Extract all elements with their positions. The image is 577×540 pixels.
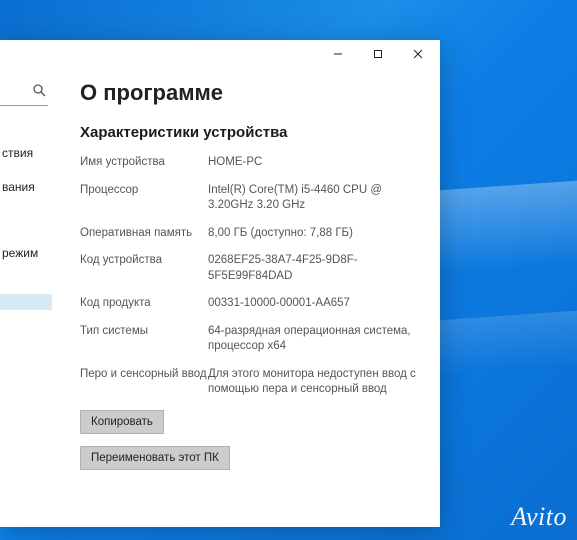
section-title: Характеристики устройства (80, 124, 418, 141)
watermark-logo: Avito (511, 502, 567, 532)
spec-row: Имя устройства HOME-PC (80, 155, 418, 171)
spec-row: Код устройства 0268EF25-38A7-4F25-9D8F-5… (80, 253, 418, 284)
close-button[interactable] (398, 40, 438, 68)
sidebar: ствия вания режим (0, 68, 52, 527)
main-panel: О программе Характеристики устройства Им… (52, 68, 440, 527)
spec-label-system-type: Тип системы (80, 324, 208, 355)
minimize-button[interactable] (318, 40, 358, 68)
sidebar-item-2[interactable]: режим (0, 238, 52, 268)
spec-label-processor: Процессор (80, 183, 208, 214)
search-icon (32, 83, 46, 102)
spec-value-pen-touch: Для этого монитора недоступен ввод с пом… (208, 367, 418, 398)
spec-label-ram: Оперативная память (80, 226, 208, 242)
spec-value-product-id: 00331-10000-00001-AA657 (208, 296, 418, 312)
settings-window: ствия вания режим О программе Характерис… (0, 40, 440, 527)
sidebar-item-0[interactable]: ствия (0, 138, 52, 168)
spec-row: Код продукта 00331-10000-00001-AA657 (80, 296, 418, 312)
spec-row: Процессор Intel(R) Core(TM) i5-4460 CPU … (80, 183, 418, 214)
spec-row: Оперативная память 8,00 ГБ (доступно: 7,… (80, 226, 418, 242)
spec-value-processor: Intel(R) Core(TM) i5-4460 CPU @ 3.20GHz … (208, 183, 418, 214)
maximize-button[interactable] (358, 40, 398, 68)
rename-pc-button[interactable]: Переименовать этот ПК (80, 446, 230, 470)
sidebar-item-about[interactable] (0, 294, 52, 310)
page-title: О программе (80, 80, 418, 106)
spec-label-pen-touch: Перо и сенсорный ввод (80, 367, 208, 398)
spec-value-ram: 8,00 ГБ (доступно: 7,88 ГБ) (208, 226, 418, 242)
spec-label-product-id: Код продукта (80, 296, 208, 312)
spec-label-device-name: Имя устройства (80, 155, 208, 171)
spec-value-device-id: 0268EF25-38A7-4F25-9D8F-5F5E99F84DAD (208, 253, 418, 284)
spec-row: Перо и сенсорный ввод Для этого монитора… (80, 367, 418, 398)
spec-value-device-name: HOME-PC (208, 155, 418, 171)
spec-row: Тип системы 64-разрядная операционная си… (80, 324, 418, 355)
copy-button[interactable]: Копировать (80, 410, 164, 434)
sidebar-item-1[interactable]: вания (0, 172, 52, 202)
title-bar (0, 40, 440, 68)
spec-value-system-type: 64-разрядная операционная система, проце… (208, 324, 418, 355)
spec-label-device-id: Код устройства (80, 253, 208, 284)
